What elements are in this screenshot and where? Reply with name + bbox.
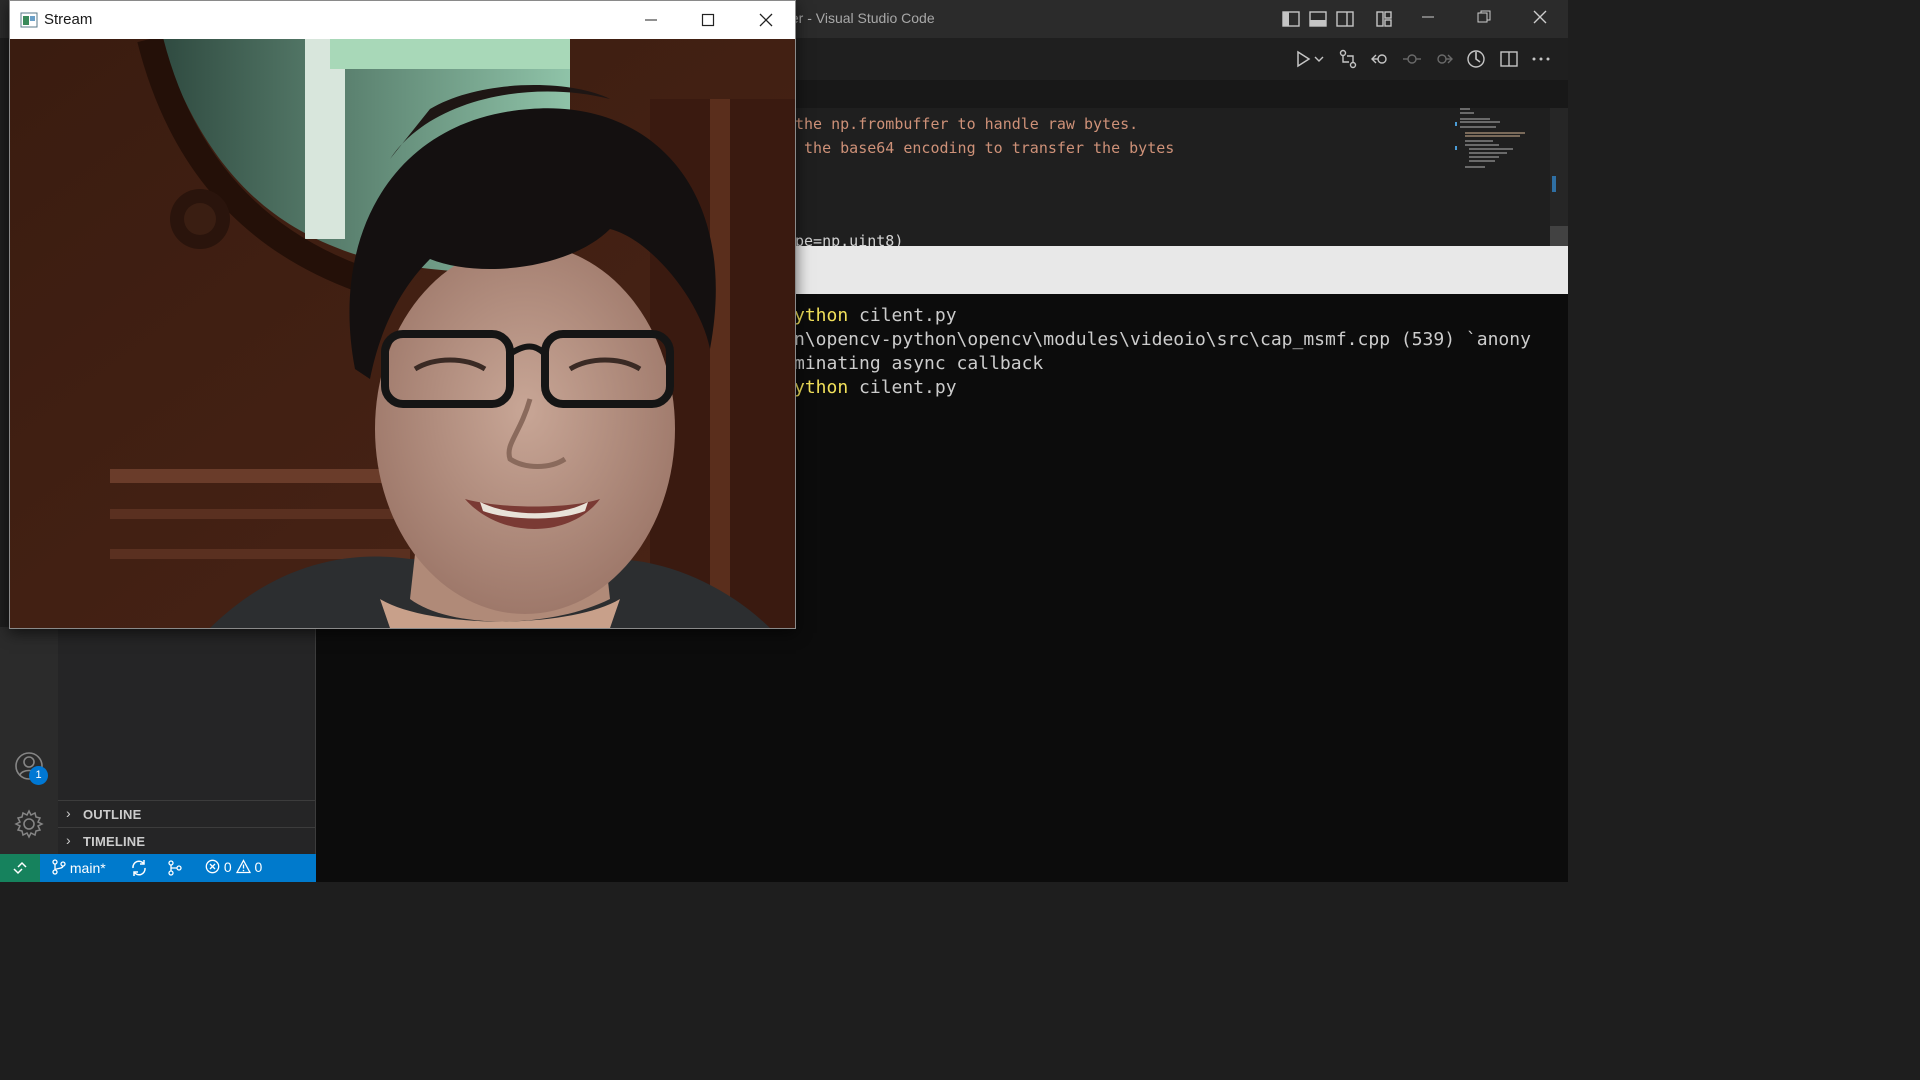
panel-header bbox=[795, 246, 1568, 294]
sync-icon[interactable] bbox=[130, 859, 148, 877]
stream-maximize-button[interactable] bbox=[680, 1, 736, 39]
vscode-close-button[interactable] bbox=[1520, 6, 1560, 32]
remote-icon bbox=[13, 861, 27, 875]
problems-indicator[interactable]: 0 0 bbox=[205, 859, 262, 875]
go-back-change-icon[interactable] bbox=[1369, 48, 1391, 70]
breadcrumb-bar bbox=[795, 80, 1568, 108]
toggle-secondary-sidebar-icon[interactable] bbox=[1335, 9, 1355, 29]
source-control-graph-icon[interactable] bbox=[166, 859, 184, 877]
stream-window[interactable]: Stream bbox=[9, 0, 796, 629]
vscode-minimize-button[interactable] bbox=[1408, 6, 1448, 32]
error-icon bbox=[205, 859, 220, 874]
compare-changes-icon[interactable] bbox=[1337, 48, 1359, 70]
toggle-primary-sidebar-icon[interactable] bbox=[1281, 9, 1301, 29]
remote-indicator[interactable] bbox=[0, 854, 40, 882]
minimize-icon bbox=[1422, 16, 1434, 18]
chevron-down-icon[interactable] bbox=[1312, 48, 1326, 70]
branch-name: main* bbox=[69, 860, 106, 876]
stream-app-icon bbox=[20, 12, 38, 28]
accounts-badge: 1 bbox=[29, 766, 48, 785]
activity-bar bbox=[0, 627, 58, 854]
scroll-thumb[interactable] bbox=[1550, 226, 1568, 246]
chevron-right-icon: › bbox=[66, 805, 71, 821]
code-line: the base64 encoding to transfer the byte… bbox=[795, 139, 1175, 157]
terminal-line: ython cilent.py bbox=[794, 377, 957, 398]
restore-icon bbox=[1477, 10, 1491, 23]
warning-icon bbox=[235, 859, 251, 874]
stream-close-button[interactable] bbox=[738, 1, 794, 39]
code-line: pe=np.uint8) bbox=[795, 232, 904, 246]
scroll-marker bbox=[1552, 176, 1556, 192]
close-icon bbox=[759, 13, 773, 27]
error-count: 0 bbox=[223, 859, 232, 875]
previous-change-icon[interactable] bbox=[1401, 48, 1423, 70]
window-title: sfer - Visual Studio Code bbox=[780, 10, 935, 26]
git-branch-icon bbox=[52, 859, 66, 875]
terminal-line: minating async callback bbox=[794, 353, 1044, 374]
close-icon bbox=[1533, 10, 1547, 24]
next-change-icon[interactable] bbox=[1433, 48, 1455, 70]
timeline-label: TIMELINE bbox=[83, 834, 146, 849]
gear-icon[interactable] bbox=[13, 808, 45, 840]
terminal-line: ython cilent.py bbox=[794, 305, 957, 326]
customize-layout-icon[interactable] bbox=[1374, 9, 1394, 29]
code-line: the np.frombuffer to handle raw bytes. bbox=[795, 115, 1139, 133]
editor-toolbar bbox=[795, 38, 1568, 80]
editor-scrollbar[interactable] bbox=[1550, 108, 1568, 246]
minimize-icon bbox=[645, 19, 657, 21]
webcam-video-image bbox=[10, 39, 795, 628]
branch-indicator[interactable]: main* bbox=[52, 859, 106, 876]
more-actions-icon[interactable] bbox=[1530, 48, 1552, 70]
timeline-section[interactable]: › TIMELINE bbox=[58, 827, 315, 854]
outline-section[interactable]: › OUTLINE bbox=[58, 800, 315, 827]
stream-minimize-button[interactable] bbox=[623, 1, 679, 39]
warning-count: 0 bbox=[254, 859, 263, 875]
terminal-line: n\opencv-python\opencv\modules\videoio\s… bbox=[794, 329, 1531, 350]
timeline-icon[interactable] bbox=[1465, 48, 1487, 70]
chevron-right-icon: › bbox=[66, 832, 71, 848]
stream-title: Stream bbox=[44, 11, 93, 28]
terminal-bottom bbox=[316, 854, 1568, 882]
split-editor-icon[interactable] bbox=[1498, 48, 1520, 70]
run-icon[interactable] bbox=[1292, 48, 1314, 70]
status-bar: main* 0 0 bbox=[0, 854, 316, 882]
minimap[interactable] bbox=[1455, 108, 1550, 246]
vscode-restore-button[interactable] bbox=[1464, 6, 1504, 32]
outline-label: OUTLINE bbox=[83, 807, 142, 822]
toggle-panel-icon[interactable] bbox=[1308, 9, 1328, 29]
maximize-icon bbox=[701, 13, 715, 27]
minimap-preview bbox=[1455, 108, 1525, 168]
webcam-frame bbox=[10, 39, 795, 628]
code-editor[interactable]: the np.frombuffer to handle raw bytes. t… bbox=[795, 108, 1455, 246]
stream-title-bar[interactable]: Stream bbox=[10, 1, 795, 39]
